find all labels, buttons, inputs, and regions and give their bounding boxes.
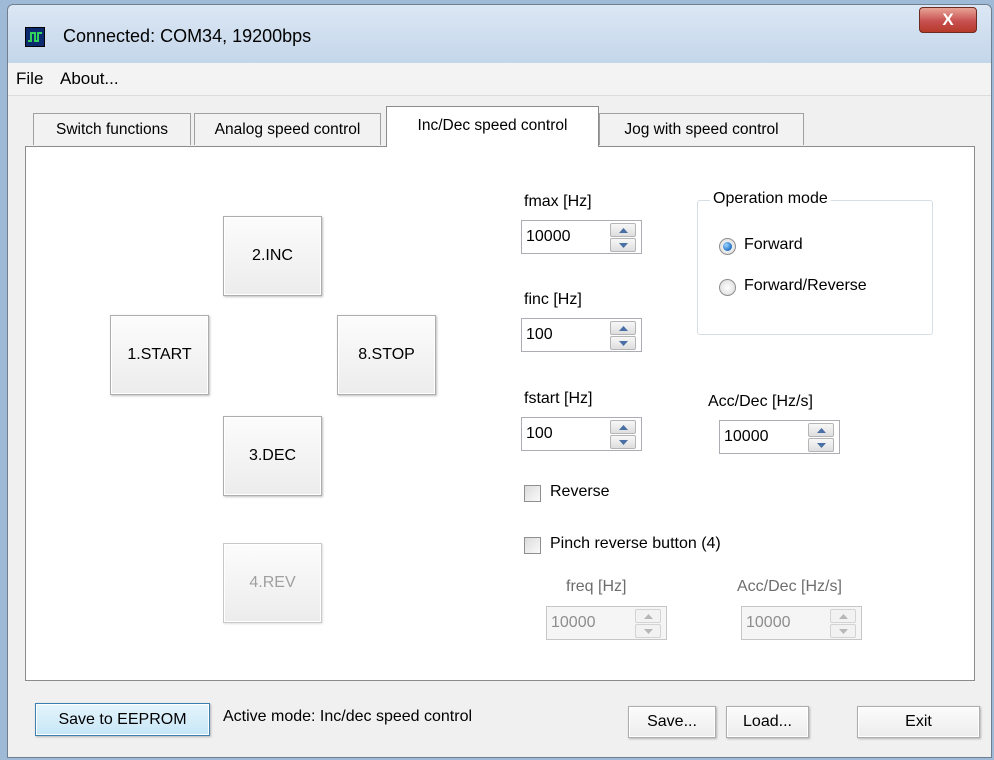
operation-mode-title: Operation mode [710,190,831,208]
fstart-spinner[interactable]: 100 [521,417,642,451]
inc-button[interactable]: 2.INC [223,216,322,296]
finc-label: finc [Hz] [524,291,582,308]
finc-down-icon[interactable] [610,336,636,350]
accdec-spinner[interactable]: 10000 [719,420,840,454]
freq-down-icon[interactable] [635,624,661,638]
forward-reverse-label[interactable]: Forward/Reverse [744,277,867,295]
fstart-label: fstart [Hz] [524,390,593,407]
active-mode-status: Active mode: Inc/dec speed control [223,708,473,725]
accdec-label: Acc/Dec [Hz/s] [708,393,813,410]
forward-radio[interactable] [719,238,736,255]
save-button[interactable]: Save... [628,706,716,738]
save-to-eeprom-button[interactable]: Save to EEPROM [35,703,210,736]
tab-analog-speed-control[interactable]: Analog speed control [194,113,381,145]
app-waveform-icon [25,27,45,47]
tab-inc-dec-speed-control[interactable]: Inc/Dec speed control [386,106,599,147]
fstart-input[interactable]: 100 [521,417,608,451]
load-button[interactable]: Load... [726,706,809,738]
freq-label: freq [Hz] [566,578,627,595]
freq-input[interactable]: 10000 [546,606,633,640]
dec-button[interactable]: 3.DEC [223,416,322,496]
fmax-down-icon[interactable] [610,238,636,252]
menu-bar: File About... [8,63,991,96]
stop-button[interactable]: 8.STOP [337,315,436,395]
start-button[interactable]: 1.START [110,315,209,395]
pinch-accdec-down-icon[interactable] [830,624,856,638]
accdec-input[interactable]: 10000 [719,420,806,454]
fmax-spinner[interactable]: 10000 [521,220,642,254]
title-bar[interactable]: Connected: COM34, 19200bps X [8,5,991,63]
operation-mode-group: Operation mode Forward Forward/Reverse [697,190,933,335]
fstart-up-icon[interactable] [610,420,636,434]
finc-spinner[interactable]: 100 [521,318,642,352]
forward-reverse-radio[interactable] [719,279,736,296]
forward-label[interactable]: Forward [744,236,803,254]
pinch-accdec-label: Acc/Dec [Hz/s] [737,578,842,595]
exit-button[interactable]: Exit [857,706,980,738]
finc-up-icon[interactable] [610,321,636,335]
pinch-accdec-spinner[interactable]: 10000 [741,606,862,640]
rev-button[interactable]: 4.REV [223,543,322,623]
fmax-input[interactable]: 10000 [521,220,608,254]
tab-jog-with-speed-control[interactable]: Jog with speed control [599,113,804,145]
freq-up-icon[interactable] [635,609,661,623]
close-button[interactable]: X [919,7,977,33]
accdec-down-icon[interactable] [808,438,834,452]
pinch-reverse-checkbox[interactable] [524,537,541,554]
fmax-up-icon[interactable] [610,223,636,237]
fstart-down-icon[interactable] [610,435,636,449]
freq-spinner[interactable]: 10000 [546,606,667,640]
fmax-label: fmax [Hz] [524,193,592,210]
pinch-reverse-label[interactable]: Pinch reverse button (4) [550,535,721,553]
reverse-label[interactable]: Reverse [550,483,610,501]
pinch-accdec-input[interactable]: 10000 [741,606,828,640]
menu-file[interactable]: File [16,69,43,89]
window-title: Connected: COM34, 19200bps [63,26,312,46]
pinch-accdec-up-icon[interactable] [830,609,856,623]
finc-input[interactable]: 100 [521,318,608,352]
tab-switch-functions[interactable]: Switch functions [33,113,191,145]
accdec-up-icon[interactable] [808,423,834,437]
reverse-checkbox[interactable] [524,485,541,502]
menu-about[interactable]: About... [60,69,119,89]
